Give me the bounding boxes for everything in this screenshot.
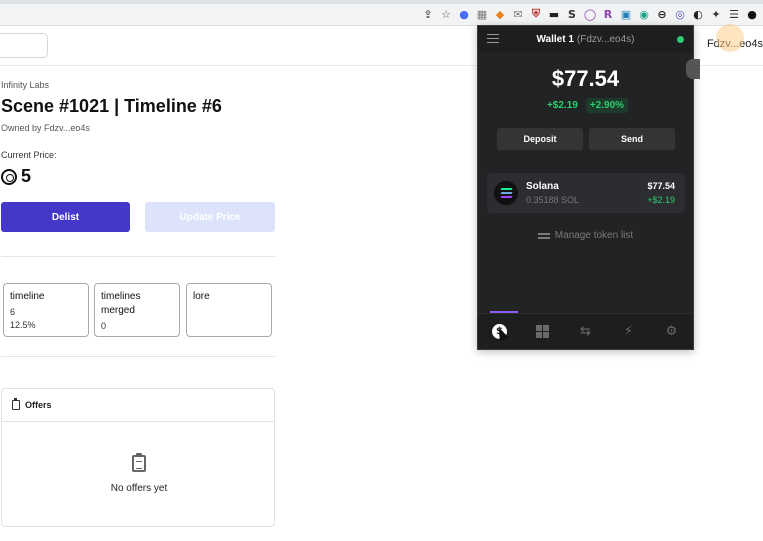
clipboard-list-icon: [132, 453, 146, 472]
metamask-icon[interactable]: ◆: [493, 7, 507, 21]
grid-icon: [536, 325, 549, 338]
change-usd: +$2.19: [546, 100, 578, 111]
extension-blue-icon[interactable]: ●: [457, 7, 471, 21]
wallet-address: (Fdzv...eo4s): [576, 33, 635, 45]
trait-name: timelines merged: [101, 291, 141, 316]
extensions-bar: ⇪ ☆ ● ▦ ◆ ✉ ⛨ ▬ S ◯ R ▣ ◉ ⊖ ◎ ◐ ✦ ☰ ●: [421, 6, 763, 22]
trait-card[interactable]: lore: [186, 283, 272, 337]
page-title: Scene #1021 | Timeline #6: [1, 96, 222, 116]
collection-name[interactable]: Infinity Labs: [1, 80, 49, 90]
divider: [1, 356, 275, 357]
browser-toolbar: ⇪ ☆ ● ▦ ◆ ✉ ⛨ ▬ S ◯ R ▣ ◉ ⊖ ◎ ◐ ✦ ☰ ●: [0, 0, 763, 26]
nav-collectibles[interactable]: [533, 322, 553, 342]
offers-empty-text: No offers yet: [110, 483, 168, 494]
swap-icon: ⇆: [580, 324, 591, 339]
menu-icon[interactable]: [487, 34, 499, 43]
offers-header: Offers: [2, 389, 274, 422]
extension-stripe-icon[interactable]: ⊖: [655, 7, 669, 21]
extension-mail-icon[interactable]: ✉: [511, 7, 525, 21]
trait-value: 6: [10, 307, 16, 317]
send-button[interactable]: Send: [589, 128, 675, 150]
price-value: 5: [21, 166, 32, 186]
manage-token-list-button[interactable]: Manage token list: [478, 230, 693, 241]
wallet-title[interactable]: Wallet 1 (Fdzv...eo4s): [536, 34, 634, 45]
change-percent: +2.90%: [585, 98, 629, 113]
trait-card[interactable]: timelines merged 0: [94, 283, 180, 337]
trait-percent: 12.5%: [10, 320, 36, 330]
sol-currency-icon: [1, 168, 17, 185]
balance-change: +$2.19 +2.90%: [478, 98, 693, 113]
solana-logo-icon: [494, 181, 518, 205]
tab-strip: [0, 0, 763, 4]
star-icon[interactable]: ☆: [439, 7, 453, 21]
gear-icon: ⚙: [665, 324, 678, 339]
reading-list-icon[interactable]: ☰: [727, 7, 741, 21]
token-name: Solana: [526, 181, 559, 192]
search-input[interactable]: [0, 33, 48, 58]
lightning-icon: ⚡: [623, 324, 634, 339]
extension-dark-icon[interactable]: ▬: [547, 7, 561, 21]
manage-token-list-label: Manage token list: [554, 230, 634, 241]
extension-pin-icon[interactable]: ◉: [637, 7, 651, 21]
delist-button[interactable]: Delist: [1, 202, 130, 232]
extension-r-icon[interactable]: R: [601, 7, 615, 21]
trait-value: 0: [101, 321, 107, 331]
offers-panel: Offers No offers yet: [1, 388, 275, 527]
sliders-icon: [537, 231, 550, 240]
wallet-popup: Wallet 1 (Fdzv...eo4s) $77.54 +$2.19 +2.9…: [477, 25, 700, 350]
extension-half-icon[interactable]: ◐: [691, 7, 705, 21]
extension-grid-icon[interactable]: ▦: [475, 7, 489, 21]
clipboard-icon: [12, 398, 20, 410]
token-amount: 0.35188 SOL: [526, 195, 580, 205]
wallet-balance: $77.54: [551, 66, 620, 91]
price-row: 5: [1, 166, 31, 187]
nav-settings[interactable]: ⚙: [662, 322, 682, 342]
wallet-name: Wallet 1: [536, 33, 574, 45]
update-price-button[interactable]: Update Price: [145, 202, 275, 232]
token-row-solana[interactable]: Solana 0.35188 SOL $77.54 +$2.19: [487, 173, 685, 213]
divider: [1, 256, 275, 257]
offers-empty-state: No offers yet: [2, 453, 276, 494]
wallet-header: Wallet 1 (Fdzv...eo4s): [478, 26, 693, 52]
phantom-icon[interactable]: ◎: [673, 7, 687, 21]
wallet-bottom-nav: $ ⇆ ⚡ ⚙: [478, 313, 693, 349]
nav-swap[interactable]: ⇆: [576, 322, 596, 342]
owner-label: Owned by Fdzv...eo4s: [1, 123, 90, 133]
trait-card[interactable]: timeline 6 12.5%: [3, 283, 89, 337]
profile-icon[interactable]: ●: [745, 7, 759, 21]
extension-ring-icon[interactable]: ◯: [583, 7, 597, 21]
connection-status-dot: [677, 36, 684, 43]
nav-activity[interactable]: ⚡: [619, 322, 639, 342]
deposit-button[interactable]: Deposit: [497, 128, 583, 150]
offers-title: Offers: [25, 400, 52, 410]
share-icon[interactable]: ⇪: [421, 7, 435, 21]
trait-name: timeline: [10, 291, 45, 302]
trait-name: lore: [193, 291, 210, 302]
token-usd-value: $77.54: [647, 181, 675, 191]
token-change: +$2.19: [647, 195, 675, 205]
extension-box-icon[interactable]: ▣: [619, 7, 633, 21]
extension-s-icon[interactable]: S: [565, 7, 579, 21]
puzzle-icon[interactable]: ✦: [709, 7, 723, 21]
click-highlight: [716, 24, 744, 52]
extension-shield-icon[interactable]: ⛨: [529, 7, 543, 21]
price-label: Current Price:: [1, 150, 57, 160]
